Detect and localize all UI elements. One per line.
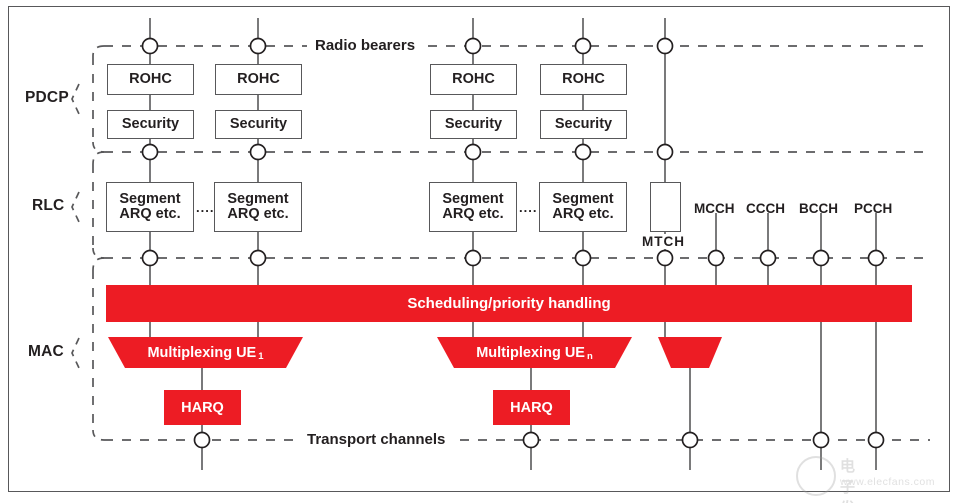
pdcp-rohc-box[interactable]: ROHC — [215, 64, 302, 95]
rlc-segment-line1: Segment — [442, 191, 504, 208]
rlc-segment-line2: ARQ etc. — [227, 206, 289, 222]
mac-scheduling-bar[interactable]: Scheduling/priority handling — [106, 285, 912, 322]
logical-channel-label-ccch: CCCH — [746, 201, 785, 216]
logical-channel-label-mcch: MCCH — [694, 201, 735, 216]
mac-harq-box[interactable]: HARQ — [493, 390, 570, 425]
mtch-label: MTCH — [641, 234, 686, 249]
boundary-label-transport-channels: Transport channels — [302, 431, 451, 448]
layer-label-mac: MAC — [28, 343, 64, 360]
layer-label-rlc: RLC — [32, 197, 65, 214]
pdcp-security-box[interactable]: Security — [107, 110, 194, 139]
rlc-segment-box[interactable]: Segment ARQ etc. — [214, 182, 302, 232]
mac-multiplexing-mbms[interactable] — [658, 337, 722, 368]
trapezoid-shape — [437, 337, 632, 368]
pdcp-security-box[interactable]: Security — [540, 110, 627, 139]
mac-multiplexing-ue1[interactable]: Multiplexing UE 1 — [108, 337, 303, 368]
trapezoid-shape — [108, 337, 303, 368]
rlc-segment-line1: Segment — [119, 191, 181, 208]
logical-channel-label-bcch: BCCH — [799, 201, 838, 216]
mtch-box[interactable] — [650, 182, 681, 232]
rlc-segment-box[interactable]: Segment ARQ etc. — [539, 182, 627, 232]
watermark-url: www.elecfans.com — [840, 476, 935, 488]
watermark-logo-icon — [796, 456, 836, 496]
rlc-segment-line2: ARQ etc. — [552, 206, 614, 222]
boundary-label-radio-bearers: Radio bearers — [310, 37, 421, 54]
rlc-segment-line1: Segment — [227, 191, 289, 208]
diagram-canvas: PDCP RLC MAC Radio bearers Transport cha… — [0, 0, 958, 503]
mac-multiplexing-uen[interactable]: Multiplexing UE n — [437, 337, 632, 368]
mac-harq-box[interactable]: HARQ — [164, 390, 241, 425]
pdcp-security-box[interactable]: Security — [215, 110, 302, 139]
rlc-segment-box[interactable]: Segment ARQ etc. — [106, 182, 194, 232]
pdcp-rohc-box[interactable]: ROHC — [540, 64, 627, 95]
rlc-segment-line1: Segment — [552, 191, 614, 208]
layer-label-pdcp: PDCP — [25, 89, 69, 106]
rlc-segment-line2: ARQ etc. — [442, 206, 504, 222]
rlc-segment-line2: ARQ etc. — [119, 206, 181, 222]
pdcp-rohc-box[interactable]: ROHC — [107, 64, 194, 95]
rlc-segment-box[interactable]: Segment ARQ etc. — [429, 182, 517, 232]
rlc-ellipsis: .... — [196, 200, 215, 215]
pdcp-security-box[interactable]: Security — [430, 110, 517, 139]
rlc-ellipsis: .... — [519, 200, 538, 215]
trapezoid-shape — [658, 337, 722, 368]
pdcp-rohc-box[interactable]: ROHC — [430, 64, 517, 95]
logical-channel-label-pcch: PCCH — [854, 201, 893, 216]
